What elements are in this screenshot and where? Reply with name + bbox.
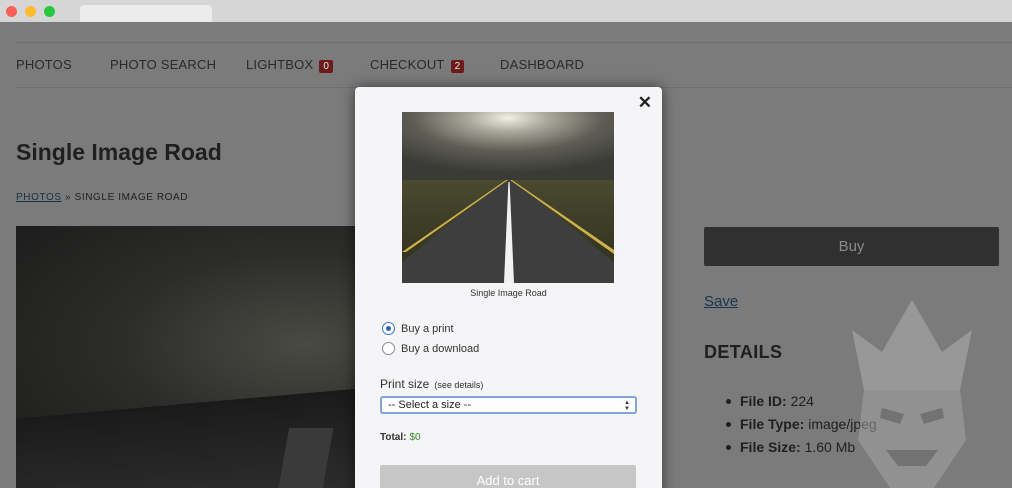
print-size-select[interactable]: -- Select a size -- ▲ ▼ <box>380 396 637 414</box>
nav-item-photo-search[interactable]: PHOTO SEARCH <box>110 57 216 72</box>
maximize-window-button[interactable] <box>44 6 55 17</box>
crown-mask-watermark-icon <box>852 300 972 488</box>
details-heading: DETAILS <box>704 342 783 362</box>
buy-download-radio[interactable] <box>382 342 395 355</box>
breadcrumb-link-photos[interactable]: PHOTOS <box>16 192 62 203</box>
preview-photo <box>402 112 614 283</box>
print-size-label: Print size (see details) <box>380 377 484 391</box>
nav-item-lightbox[interactable]: LIGHTBOX 0 <box>246 57 334 73</box>
lightbox-count-badge: 0 <box>319 60 334 73</box>
breadcrumb: PHOTOS » SINGLE IMAGE ROAD <box>16 192 188 203</box>
close-window-button[interactable] <box>6 6 17 17</box>
nav-item-dashboard[interactable]: DASHBOARD <box>500 57 584 72</box>
save-link[interactable]: Save <box>704 293 738 310</box>
nav-item-photos[interactable]: PHOTOS <box>16 57 72 72</box>
purchase-modal: ✕ Single Image Road Buy a print Buy a do… <box>355 87 662 488</box>
page-title: Single Image Road <box>16 139 222 165</box>
see-details-link[interactable]: (see details) <box>434 380 483 390</box>
select-arrows-icon: ▲ ▼ <box>624 400 630 412</box>
nav-item-checkout[interactable]: CHECKOUT 2 <box>370 57 465 73</box>
total-value: $0 <box>409 432 421 443</box>
buy-button[interactable]: Buy <box>704 227 999 266</box>
browser-tab[interactable] <box>80 5 212 22</box>
breadcrumb-separator: » <box>61 192 75 203</box>
preview-caption: Single Image Road <box>470 288 547 298</box>
option-buy-print[interactable]: Buy a print <box>382 322 454 335</box>
road-detail <box>256 428 356 488</box>
browser-chrome <box>0 0 1012 22</box>
main-nav: PHOTOS PHOTO SEARCH LIGHTBOX 0 CHECKOUT 2 … <box>16 42 1012 88</box>
minimize-window-button[interactable] <box>25 6 36 17</box>
total-row: Total: $0 <box>380 432 421 443</box>
buy-print-radio[interactable] <box>382 322 395 335</box>
main-photo[interactable] <box>16 226 356 488</box>
close-icon[interactable]: ✕ <box>638 93 652 113</box>
add-to-cart-button[interactable]: Add to cart <box>380 465 636 488</box>
checkout-count-badge: 2 <box>450 60 465 73</box>
breadcrumb-current: SINGLE IMAGE ROAD <box>74 192 189 203</box>
option-buy-download[interactable]: Buy a download <box>382 342 479 355</box>
